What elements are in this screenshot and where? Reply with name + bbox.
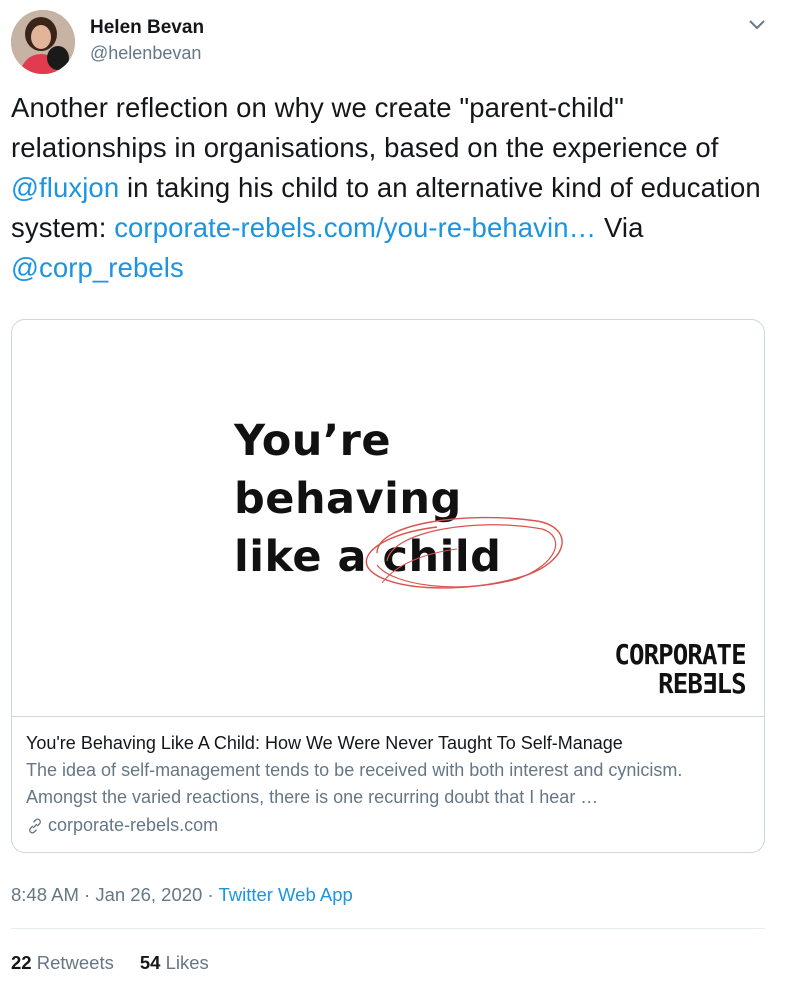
card-title: You're Behaving Like A Child: How We Wer… <box>26 733 623 753</box>
likes-label: Likes <box>165 952 209 973</box>
tweet-text-part: Via <box>596 212 644 243</box>
likes-stat[interactable]: 54 Likes <box>140 952 209 974</box>
article-link[interactable]: corporate-rebels.com/you-re-behavin… <box>114 212 596 243</box>
headline-line: like a child <box>234 532 502 582</box>
card-image-headline: You’re behaving like a child <box>234 412 501 586</box>
avatar[interactable] <box>11 10 75 74</box>
mention-corp-rebels[interactable]: @corp_rebels <box>11 252 184 283</box>
meta-separator: · <box>202 884 219 905</box>
corporate-rebels-logo: CORPORATE REBƎLS <box>614 638 747 700</box>
card-image[interactable]: You’re behaving like a child CORPORATE R… <box>12 320 764 717</box>
tweet-source[interactable]: Twitter Web App <box>218 884 352 905</box>
tweet-stats: 22 Retweets 54 Likes <box>11 952 209 974</box>
headline-line: behaving <box>234 474 462 524</box>
likes-count: 54 <box>139 952 161 973</box>
mention-fluxjon[interactable]: @fluxjon <box>11 172 119 203</box>
tweet-menu-button[interactable] <box>744 12 770 38</box>
retweets-stat[interactable]: 22 Retweets <box>11 952 114 974</box>
divider <box>11 928 765 929</box>
tweet-date[interactable]: Jan 26, 2020 <box>95 884 202 905</box>
brand-line: REBƎLS <box>658 667 746 700</box>
meta-separator: · <box>78 884 96 905</box>
card-domain-text: corporate-rebels.com <box>48 815 219 835</box>
link-icon <box>29 818 41 833</box>
card-description: The idea of self-management tends to be … <box>26 760 683 807</box>
card-body[interactable]: You're Behaving Like A Child: How We Wer… <box>26 730 754 839</box>
tweet-text-part: Another reflection on why we create "par… <box>11 92 719 163</box>
user-handle[interactable]: @helenbevan <box>90 43 201 64</box>
brand-line: CORPORATE <box>614 638 747 671</box>
tweet-time[interactable]: 8:48 AM <box>11 884 79 905</box>
tweet-text: Another reflection on why we create "par… <box>11 88 771 288</box>
retweets-label: Retweets <box>36 952 114 973</box>
card-domain: corporate-rebels.com <box>26 812 754 839</box>
chevron-down-icon <box>749 20 765 30</box>
avatar-image <box>11 10 75 74</box>
headline-line: You’re <box>234 416 392 466</box>
link-card[interactable]: You’re behaving like a child CORPORATE R… <box>11 319 765 853</box>
user-name[interactable]: Helen Bevan <box>90 17 204 39</box>
tweet-meta: 8:48 AM · Jan 26, 2020 · Twitter Web App <box>11 884 353 906</box>
retweets-count: 22 <box>11 952 32 973</box>
